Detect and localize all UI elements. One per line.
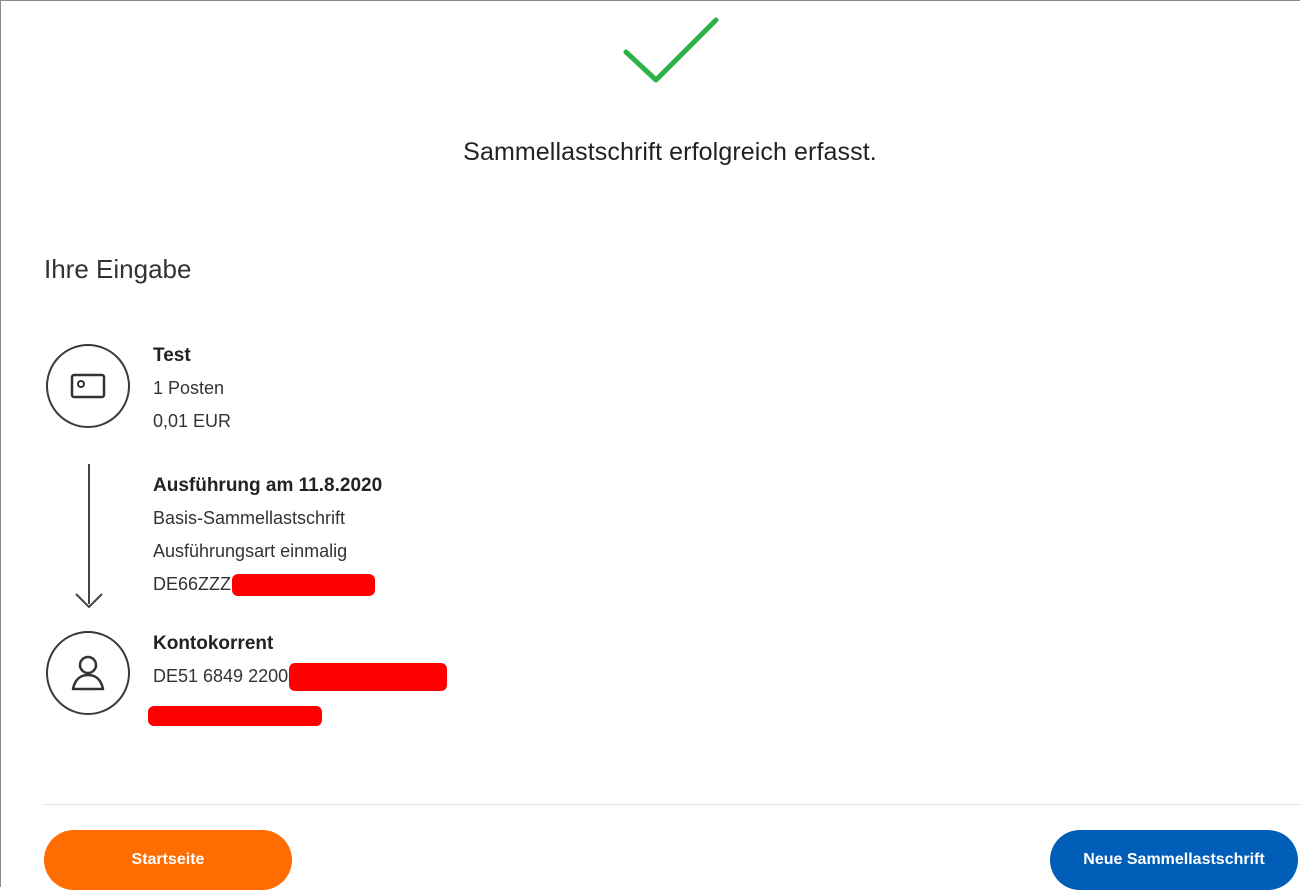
order-amount: 0,01 EUR — [153, 411, 232, 431]
execution-mode: Ausführungsart einmalig — [153, 541, 348, 561]
redaction-bar — [148, 706, 322, 726]
creditor-id: DE66ZZZ — [153, 574, 232, 594]
arrow-down-icon — [75, 464, 103, 609]
account-name: Kontokorrent — [153, 633, 274, 654]
card-icon — [70, 373, 106, 399]
execution-details: Ausführung am 11.8.2020 Basis-Sammellast… — [153, 469, 382, 601]
section-title: Ihre Eingabe — [44, 254, 192, 284]
divider — [43, 804, 1300, 805]
order-name: Test — [153, 345, 191, 366]
home-button[interactable]: Startseite — [44, 830, 292, 890]
order-items: 1 Posten — [153, 378, 225, 398]
page-frame — [0, 0, 1300, 887]
success-title: Sammellastschrift erfolgreich erfasst. — [463, 138, 877, 166]
order-circle — [46, 344, 130, 428]
redaction-bar — [232, 574, 376, 597]
creditor-id-row: DE66ZZZ — [153, 568, 382, 601]
new-direct-debit-button[interactable]: Neue Sammellastschrift — [1050, 830, 1298, 890]
account-iban: DE51 6849 2200 — [153, 666, 289, 686]
account-details: Kontokorrent DE51 6849 2200 — [153, 627, 448, 693]
checkmark-icon — [623, 17, 719, 83]
execution-title: Ausführung am 11.8.2020 — [153, 475, 383, 496]
account-circle — [46, 631, 130, 715]
order-details: Test 1 Posten 0,01 EUR — [153, 339, 231, 438]
redaction-bar — [289, 663, 448, 692]
user-icon — [71, 655, 105, 691]
account-iban-row: DE51 6849 2200 — [153, 660, 448, 693]
execution-type: Basis-Sammellastschrift — [153, 508, 346, 528]
